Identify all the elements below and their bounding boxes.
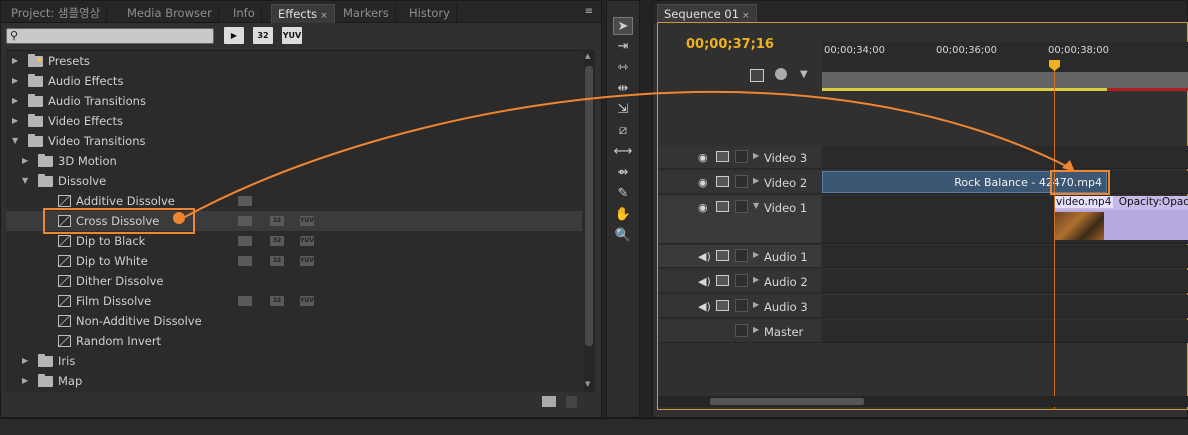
status-bar — [0, 418, 1188, 435]
annotation-dot — [173, 212, 185, 224]
